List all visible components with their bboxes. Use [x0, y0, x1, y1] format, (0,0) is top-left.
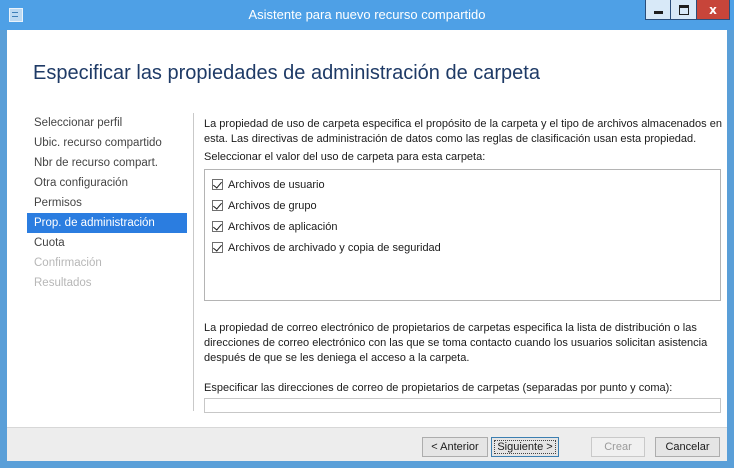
usage-option-label: Archivos de archivado y copia de segurid…: [228, 241, 441, 254]
usage-option-row[interactable]: Archivos de usuario: [205, 174, 720, 195]
wizard-content: Especificar las propiedades de administr…: [7, 30, 727, 461]
usage-option-label: Archivos de aplicación: [228, 220, 338, 233]
maximize-icon: [678, 4, 689, 15]
minimize-icon: [653, 10, 663, 14]
next-button[interactable]: Siguiente >: [491, 437, 559, 457]
email-description: La propiedad de correo electrónico de pr…: [204, 322, 708, 364]
title-bar[interactable]: Asistente para nuevo recurso compartido …: [0, 0, 734, 30]
usage-option-row[interactable]: Archivos de archivado y copia de segurid…: [205, 237, 720, 258]
next-button-label: Siguiente >: [497, 441, 553, 453]
nav-step-6[interactable]: Prop. de administración: [27, 213, 187, 233]
checkbox-checked-icon[interactable]: [212, 221, 223, 232]
usage-option-label: Archivos de usuario: [228, 178, 325, 191]
nav-step-5[interactable]: Permisos: [27, 193, 187, 213]
page-title: Especificar las propiedades de administr…: [33, 62, 540, 84]
previous-button[interactable]: < Anterior: [422, 437, 488, 457]
wizard-window: Asistente para nuevo recurso compartido …: [0, 0, 734, 468]
usage-description: La propiedad de uso de carpeta especific…: [204, 118, 722, 145]
nav-step-9: Resultados: [34, 277, 92, 289]
divider: [193, 113, 194, 411]
nav-step-3[interactable]: Nbr de recurso compart.: [27, 153, 187, 173]
nav-step-7[interactable]: Cuota: [27, 233, 187, 253]
usage-option-row[interactable]: Archivos de aplicación: [205, 216, 720, 237]
usage-option-label: Archivos de grupo: [228, 199, 317, 212]
email-label: Especificar las direcciones de correo de…: [204, 382, 673, 394]
button-bar: < Anterior Siguiente > Crear Cancelar: [7, 427, 727, 461]
nav-step-8: Confirmación: [34, 257, 102, 269]
close-button[interactable]: x: [697, 0, 730, 20]
checkbox-checked-icon[interactable]: [212, 200, 223, 211]
minimize-button[interactable]: [645, 0, 671, 20]
wizard-steps-nav: Seleccionar perfil Ubic. recurso comparti…: [27, 113, 187, 293]
maximize-button[interactable]: [671, 0, 697, 20]
nav-step-1[interactable]: Seleccionar perfil: [27, 113, 187, 133]
cancel-button[interactable]: Cancelar: [655, 437, 720, 457]
checkbox-checked-icon[interactable]: [212, 179, 223, 190]
usage-checkbox-list[interactable]: Archivos de usuario Archivos de grupo Arch…: [204, 169, 721, 301]
nav-step-4[interactable]: Otra configuración: [27, 173, 187, 193]
checkbox-checked-icon[interactable]: [212, 242, 223, 253]
nav-step-2[interactable]: Ubic. recurso compartido: [27, 133, 187, 153]
create-button: Crear: [591, 437, 645, 457]
close-icon: x: [709, 2, 717, 17]
usage-option-row[interactable]: Archivos de grupo: [205, 195, 720, 216]
owner-email-input[interactable]: [204, 398, 721, 413]
window-title: Asistente para nuevo recurso compartido: [248, 7, 486, 22]
usage-label: Seleccionar el valor del uso de carpeta …: [204, 151, 486, 163]
